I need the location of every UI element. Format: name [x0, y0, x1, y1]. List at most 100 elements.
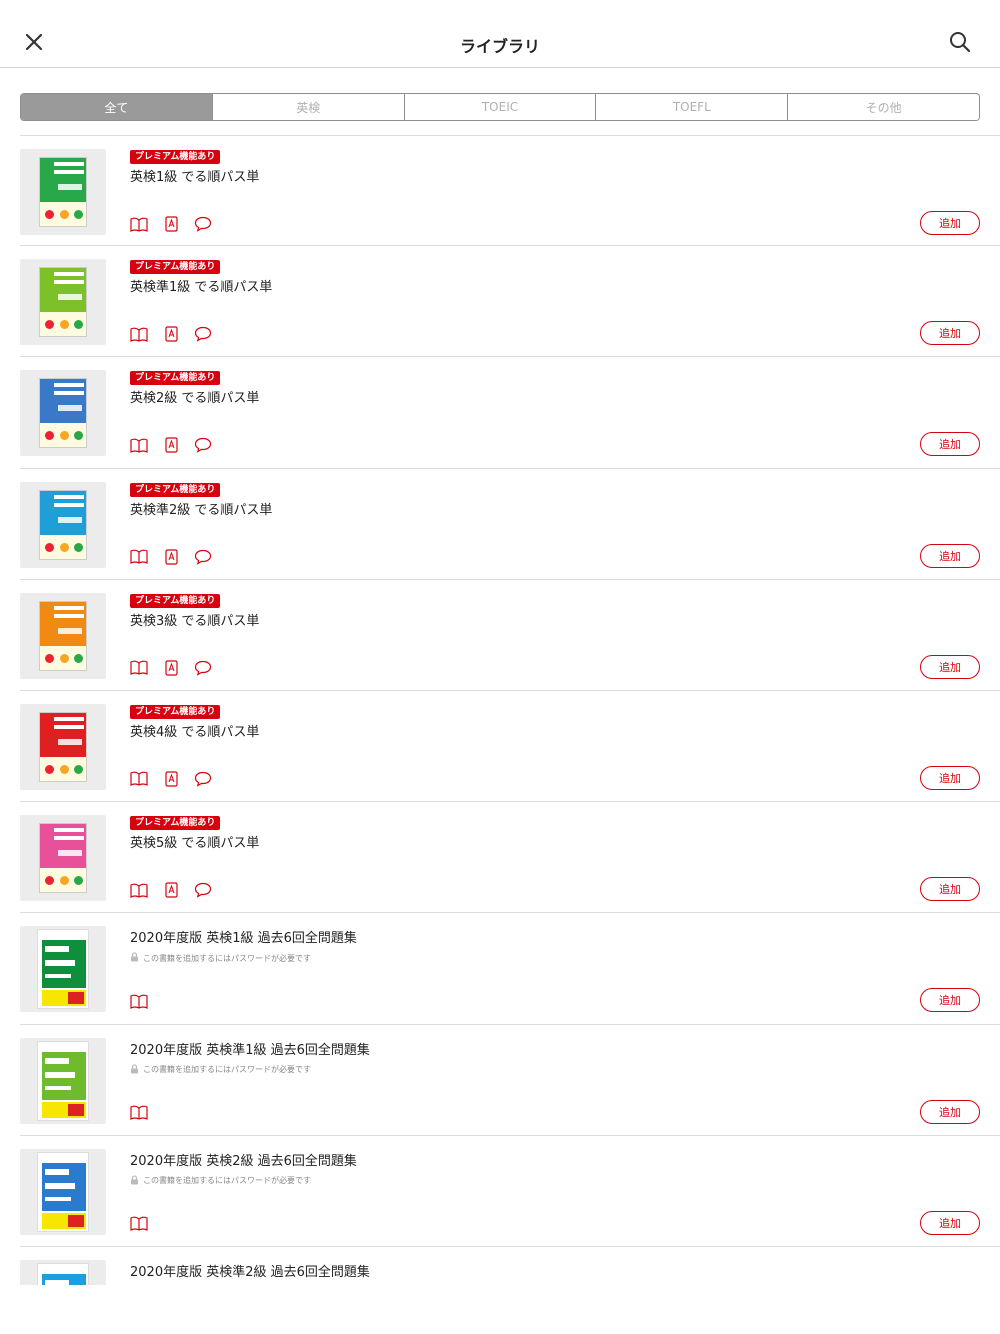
a-icon	[162, 548, 180, 565]
premium-badge: プレミアム機能あり	[130, 371, 221, 386]
tab-eiken[interactable]: 英検	[212, 94, 405, 120]
feature-icons	[130, 1216, 148, 1232]
premium-badge: プレミアム機能あり	[130, 593, 221, 608]
book-row[interactable]: 2020年度版 英検準1級 過去6回全問題集 この書籍を追加するにはパスワードが…	[20, 1025, 1000, 1136]
book-title: 英検1級 でる順パス単	[130, 170, 260, 185]
book-title: 英検5級 でる順パス単	[130, 836, 260, 852]
search-button[interactable]	[946, 30, 974, 58]
book-thumbnail[interactable]	[20, 815, 106, 902]
a-icon	[162, 882, 180, 898]
a-icon	[162, 660, 180, 676]
feature-icons	[130, 882, 212, 898]
add-button[interactable]: 追加	[920, 988, 980, 1013]
book-icon	[130, 326, 148, 342]
tab-toeic[interactable]: TOEIC	[404, 94, 597, 120]
book-title: 2020年度版 英検準1級 過去6回全問題集	[130, 1042, 370, 1058]
a-icon	[162, 771, 180, 787]
category-tabs: 全て 英検 TOEIC TOEFL その他	[20, 93, 980, 121]
book-cover-image	[39, 489, 87, 560]
book-thumbnail[interactable]	[20, 259, 106, 346]
add-button[interactable]: 追加	[920, 1210, 980, 1235]
lock-icon	[130, 1175, 139, 1187]
a-icon	[162, 216, 180, 232]
book-thumbnail[interactable]	[20, 703, 106, 790]
book-cover-image	[39, 267, 87, 338]
book-title: 英検3級 でる順パス単	[130, 613, 260, 629]
book-row[interactable]: 2020年度版 英検1級 過去6回全問題集 この書籍を追加するにはパスワードが必…	[20, 913, 1000, 1025]
password-note-text: この書籍を追加するにはパスワードが必要です	[143, 1065, 311, 1074]
premium-badge: プレミアム機能あり	[130, 260, 221, 275]
book-cover-image	[39, 378, 87, 449]
book-title: 2020年度版 英検2級 過去6回全問題集	[130, 1153, 357, 1169]
chat-icon	[194, 660, 212, 676]
book-title: 2020年度版 英検1級 過去6回全問題集	[130, 931, 357, 947]
add-button[interactable]: 追加	[920, 1099, 980, 1124]
chat-icon	[194, 882, 212, 898]
book-row[interactable]: 2020年度版 英検準2級 過去6回全問題集	[20, 1247, 1000, 1285]
book-thumbnail[interactable]	[20, 926, 106, 1013]
book-thumbnail[interactable]	[20, 1259, 106, 1285]
add-button[interactable]: 追加	[920, 877, 980, 902]
premium-badge: プレミアム機能あり	[130, 816, 221, 831]
tab-all[interactable]: 全て	[21, 94, 213, 120]
password-note-text: この書籍を追加するにはパスワードが必要です	[143, 1176, 311, 1186]
premium-badge: プレミアム機能あり	[130, 150, 221, 164]
book-row[interactable]: プレミアム機能あり英検2級 でる順パス単追加	[20, 357, 1000, 469]
add-button[interactable]: 追加	[920, 321, 980, 346]
lock-icon	[130, 1063, 139, 1076]
book-cover-image	[39, 157, 87, 227]
book-row[interactable]: 2020年度版 英検2級 過去6回全問題集 この書籍を追加するにはパスワードが必…	[20, 1136, 1000, 1247]
tab-toefl[interactable]: TOEFL	[596, 94, 789, 120]
book-row[interactable]: プレミアム機能あり英検3級 でる順パス単追加	[20, 580, 1000, 691]
book-row[interactable]: プレミアム機能あり英検1級 でる順パス単追加	[20, 135, 1000, 247]
book-thumbnail[interactable]	[20, 1148, 106, 1235]
feature-icons	[130, 660, 212, 676]
book-title: 英検2級 でる順パス単	[130, 391, 260, 407]
add-button[interactable]: 追加	[920, 543, 980, 568]
password-note: この書籍を追加するにはパスワードが必要です	[130, 952, 311, 964]
password-note: この書籍を追加するにはパスワードが必要です	[130, 1063, 311, 1076]
book-title: 英検準2級 でる順パス単	[130, 502, 273, 518]
book-icon	[130, 549, 148, 565]
book-row[interactable]: プレミアム機能あり 英検4級 でる順パス単 追加	[20, 691, 1000, 803]
book-thumbnail[interactable]	[20, 1037, 106, 1124]
book-thumbnail[interactable]	[20, 481, 106, 568]
book-thumbnail[interactable]	[20, 370, 106, 457]
feature-icons	[130, 1105, 148, 1121]
book-row[interactable]: プレミアム機能あり英検準2級 でる順パス単追加	[20, 469, 1000, 580]
feature-icons	[130, 437, 212, 454]
book-row[interactable]: プレミアム機能あり英検5級 でる順パス単追加	[20, 802, 1000, 914]
book-cover-image	[37, 929, 89, 1010]
chat-icon	[194, 216, 212, 232]
book-cover-image	[37, 1262, 89, 1285]
tab-other[interactable]: その他	[788, 94, 979, 120]
book-list: プレミアム機能あり 英検1級 でる順パス単 追加 プレミアム機能あり 英検準1級 でる…	[20, 135, 1000, 1285]
add-button[interactable]: 追加	[920, 211, 980, 235]
book-icon	[130, 771, 148, 787]
chat-icon	[194, 549, 212, 565]
book-icon	[130, 660, 148, 676]
feature-icons	[130, 771, 212, 787]
add-button[interactable]: 追加	[920, 654, 980, 679]
book-cover-image	[39, 600, 87, 671]
premium-badge: プレミアム機能あり	[130, 482, 221, 497]
a-icon	[162, 326, 180, 342]
lock-icon	[130, 952, 139, 964]
feature-icons	[130, 326, 212, 342]
chat-icon	[194, 326, 212, 342]
page-title: ライブラリ	[459, 37, 540, 56]
password-note: この書籍を追加するにはパスワードが必要です	[130, 1175, 311, 1187]
book-title: 英検4級 でる順パス単	[130, 724, 260, 740]
a-icon	[162, 437, 180, 453]
chat-icon	[194, 771, 212, 787]
book-icon	[130, 993, 148, 1009]
book-title: 英検準1級 でる順パス単	[130, 280, 273, 296]
book-row[interactable]: プレミアム機能あり英検準1級 でる順パス単追加	[20, 246, 1000, 358]
book-icon	[130, 1216, 148, 1232]
add-button[interactable]: 追加	[920, 765, 980, 790]
feature-icons	[130, 548, 212, 565]
book-thumbnail[interactable]	[20, 149, 106, 235]
add-button[interactable]: 追加	[920, 432, 980, 457]
book-thumbnail[interactable]	[20, 592, 106, 679]
feature-icons	[130, 993, 148, 1009]
